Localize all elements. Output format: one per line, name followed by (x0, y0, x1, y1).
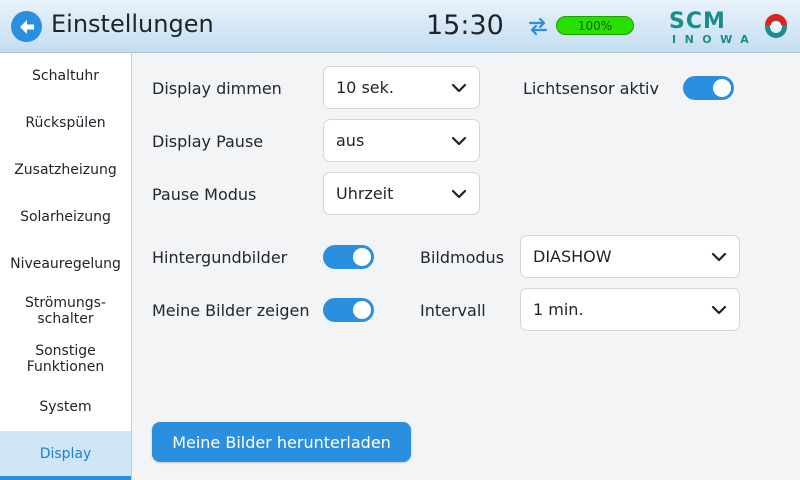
sidebar-item-system[interactable]: System (0, 384, 131, 430)
sidebar-item-solarheizung[interactable]: Solarheizung (0, 194, 131, 240)
svg-text:SCM: SCM (669, 9, 726, 34)
display-dimmen-label: Display dimmen (152, 79, 282, 98)
display-pause-select[interactable]: aus (323, 119, 480, 162)
battery-indicator: 100% (556, 16, 634, 35)
chevron-down-icon (711, 305, 727, 315)
sidebar: Schaltuhr Rückspülen Zusatzheizung Solar… (0, 53, 132, 480)
display-pause-label: Display Pause (152, 132, 264, 151)
header-bar: Einstellungen 15:30 100% SCM INOWA (0, 0, 800, 53)
chevron-down-icon (711, 252, 727, 262)
intervall-select[interactable]: 1 min. (520, 288, 740, 331)
scm-inowa-logo: SCM INOWA (669, 9, 787, 46)
lichtsensor-label: Lichtsensor aktiv (523, 79, 659, 98)
hintergrundbilder-label: Hintergundbilder (152, 248, 288, 267)
sidebar-item-niveauregelung[interactable]: Niveauregelung (0, 241, 131, 287)
display-pause-value: aus (336, 131, 365, 150)
sidebar-item-sonstige-funktionen[interactable]: Sonstige Funktionen (0, 335, 131, 383)
display-dimmen-select[interactable]: 10 sek. (323, 66, 480, 109)
intervall-label: Intervall (420, 301, 486, 320)
back-button[interactable] (11, 11, 42, 42)
hintergrundbilder-toggle[interactable] (323, 245, 374, 269)
chevron-down-icon (451, 189, 467, 199)
sidebar-item-zusatzheizung[interactable]: Zusatzheizung (0, 147, 131, 193)
toggle-knob (353, 248, 371, 266)
settings-panel: Display dimmen 10 sek. Lichtsensor aktiv… (132, 53, 800, 480)
intervall-value: 1 min. (533, 300, 584, 319)
sidebar-item-display[interactable]: Display (0, 431, 131, 480)
toggle-knob (353, 301, 371, 319)
chevron-down-icon (451, 136, 467, 146)
sidebar-item-stroemungsschalter[interactable]: Strömungs- schalter (0, 287, 131, 335)
arrow-left-icon (19, 19, 34, 34)
lichtsensor-toggle[interactable] (683, 76, 734, 100)
svg-text:INOWA: INOWA (672, 33, 757, 46)
clock: 15:30 (426, 10, 504, 41)
pause-modus-label: Pause Modus (152, 185, 257, 204)
sidebar-item-rueckspuelen[interactable]: Rückspülen (0, 100, 131, 146)
page-title: Einstellungen (51, 10, 214, 38)
pause-modus-value: Uhrzeit (336, 184, 394, 203)
sync-icon (528, 17, 548, 36)
pause-modus-select[interactable]: Uhrzeit (323, 172, 480, 215)
bildmodus-value: DIASHOW (533, 247, 612, 266)
toggle-knob (713, 79, 731, 97)
display-dimmen-value: 10 sek. (336, 78, 394, 97)
sidebar-item-schaltuhr[interactable]: Schaltuhr (0, 53, 131, 99)
bildmodus-select[interactable]: DIASHOW (520, 235, 740, 278)
download-images-button[interactable]: Meine Bilder herunterladen (152, 422, 411, 462)
meine-bilder-label: Meine Bilder zeigen (152, 301, 310, 320)
bildmodus-label: Bildmodus (420, 248, 505, 267)
chevron-down-icon (451, 83, 467, 93)
meine-bilder-toggle[interactable] (323, 298, 374, 322)
